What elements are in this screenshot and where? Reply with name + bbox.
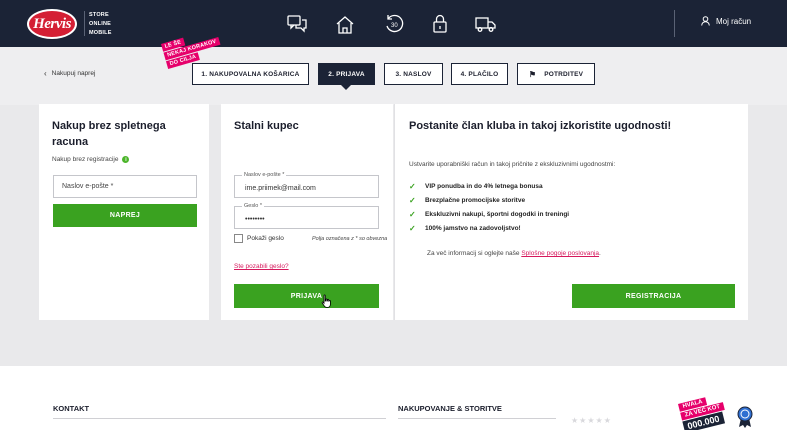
guest-subtitle-text: Nakup brez registracije [52, 156, 119, 163]
check-icon: ✓ [409, 181, 416, 191]
login-button[interactable]: PRIJAVA [234, 284, 379, 308]
account-link[interactable]: Moj račun [701, 16, 751, 26]
step-login[interactable]: 2. PRIJAVA [318, 63, 375, 85]
step-payment[interactable]: 4. PLAČILO [451, 63, 508, 85]
footer-contact-title: KONTAKT [53, 404, 90, 413]
step-confirmation[interactable]: ⚑ POTRDITEV [517, 63, 595, 85]
info-icon[interactable]: i [122, 156, 130, 163]
hand-cursor-icon [321, 294, 331, 308]
continue-shopping-label: Nakupuj naprej [51, 70, 96, 77]
thanks-badge: HVALA ZA VEČ KOT 000.000 [678, 393, 728, 430]
forgot-password-link[interactable]: Ste pozabili geslo? [234, 263, 289, 270]
required-fields-note: Polja označena z * so obvezna [312, 236, 388, 242]
footer-divider [53, 418, 386, 419]
page-footer: KONTAKT NAKUPOVANJE & STORITVE ★★★★★ HVA… [0, 366, 787, 430]
lock-icon[interactable] [429, 13, 451, 35]
logo-divider [84, 11, 85, 36]
svg-text:30: 30 [391, 23, 398, 29]
check-icon: ✓ [409, 223, 416, 233]
terms-info: Za več informacij si oglejte naše Splošn… [427, 250, 601, 257]
active-step-arrow [341, 85, 351, 90]
club-title: Postanite član kluba in takoj izkoristit… [409, 120, 672, 132]
benefit-item: ✓ Brezplačne promocijske storitve [409, 195, 526, 205]
password-label: Geslo * [242, 203, 265, 209]
top-header: Hervis STORE ONLINE MOBILE 30 Moj račun [0, 0, 787, 47]
medal-icon [737, 406, 753, 428]
show-password-toggle[interactable]: Pokaži geslo [234, 234, 284, 243]
step-confirmation-label: POTRDITEV [544, 70, 584, 78]
club-register-card: Postanite član kluba in takoj izkoristit… [394, 104, 748, 320]
logo-subtitle: STORE ONLINE MOBILE [89, 12, 112, 36]
login-card: Stalni kupec Naslov e-pošte * ime.priime… [221, 104, 393, 320]
continue-button[interactable]: NAPREJ [53, 204, 197, 227]
terms-link[interactable]: Splošne pogoje poslovanja [521, 250, 599, 257]
check-icon: ✓ [409, 195, 416, 205]
login-email-value: ime.priimek@mail.com [245, 185, 316, 192]
benefit-list: ✓ VIP ponudba in do 4% letnega bonusa ✓ Br… [409, 179, 569, 235]
guest-title: Nakup brez spletnega racuna [52, 120, 166, 148]
step-cart[interactable]: 1. NAKUPOVALNA KOŠARICA [192, 63, 309, 85]
login-title: Stalni kupec [234, 120, 299, 132]
benefit-item: ✓ VIP ponudba in do 4% letnega bonusa [409, 181, 543, 191]
benefit-item: ✓ 100% jamstvo na zadovoljstvo! [409, 223, 521, 233]
guest-email-placeholder: Naslov e-pošte * [62, 183, 114, 190]
club-lead: Ustvarite uporabniški račun in takoj pri… [409, 161, 616, 168]
guest-checkout-card: Nakup brez spletnega racuna Nakup brez r… [39, 104, 209, 320]
show-password-label: Pokaži geslo [247, 235, 284, 242]
footer-shopping-title: NAKUPOVANJE & STORITVE [398, 404, 502, 413]
hervis-logo[interactable]: Hervis [27, 9, 77, 39]
footer-divider [398, 418, 556, 419]
account-label: Moj račun [716, 16, 752, 26]
login-email-label: Naslov e-pošte * [242, 172, 287, 178]
guest-subtitle: Nakup brez registracije i [52, 156, 196, 163]
password-value: •••••••• [245, 216, 265, 223]
user-icon [701, 16, 710, 26]
guest-email-field[interactable]: Naslov e-pošte * [53, 175, 197, 198]
password-field[interactable]: Geslo * •••••••• [234, 203, 379, 229]
return-icon[interactable]: 30 [383, 13, 405, 35]
benefit-item: ✓ Ekskluzivni nakupi, športni dogodki in … [409, 209, 570, 219]
continue-shopping-link[interactable]: ‹ Nakupuj naprej [44, 69, 95, 78]
login-email-field[interactable]: Naslov e-pošte * ime.priimek@mail.com [234, 172, 379, 198]
store-icon[interactable] [334, 13, 356, 35]
show-password-checkbox[interactable] [234, 234, 243, 243]
chevron-left-icon: ‹ [44, 69, 47, 78]
register-button[interactable]: REGISTRACIJA [572, 284, 735, 308]
header-divider [674, 10, 675, 37]
truck-icon[interactable] [475, 13, 497, 35]
flag-icon: ⚑ [528, 69, 537, 79]
check-icon: ✓ [409, 209, 416, 219]
rating-stars-icon: ★★★★★ [571, 416, 612, 425]
chat-icon[interactable] [286, 13, 308, 35]
step-address[interactable]: 3. NASLOV [384, 63, 443, 85]
